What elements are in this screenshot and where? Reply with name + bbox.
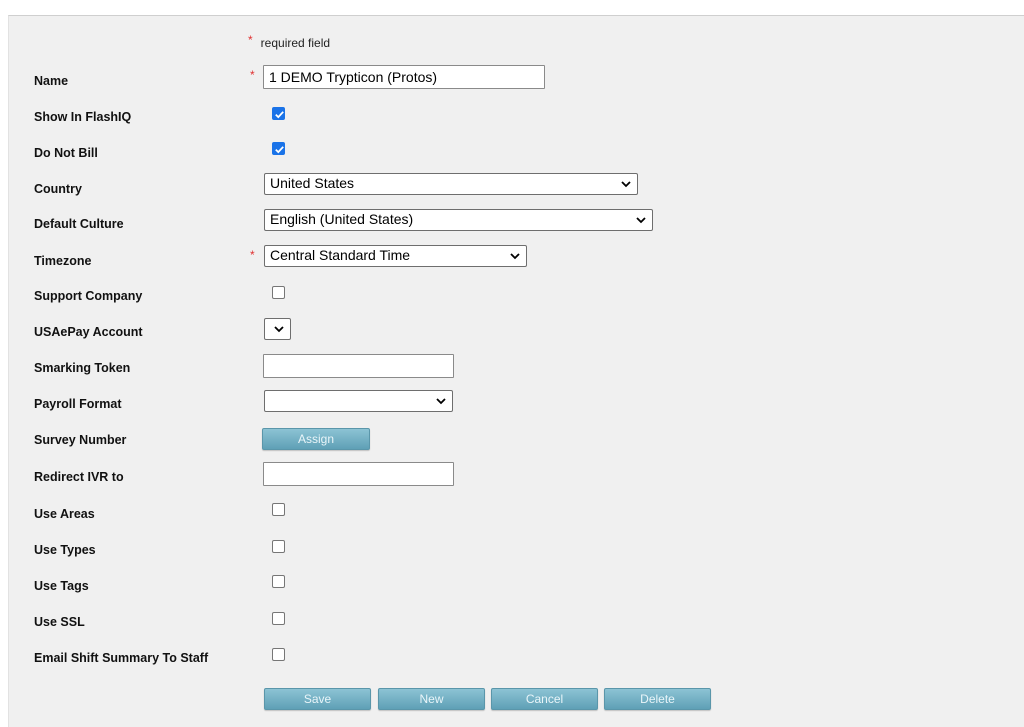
timezone-selected-value: Central Standard Time bbox=[270, 247, 411, 263]
redirect-ivr-input[interactable] bbox=[263, 462, 454, 486]
do-not-bill-checkbox[interactable] bbox=[272, 142, 285, 155]
required-star: * bbox=[248, 33, 253, 47]
settings-panel bbox=[8, 15, 1024, 727]
use-ssl-checkbox[interactable] bbox=[272, 612, 285, 625]
cancel-button[interactable]: Cancel bbox=[491, 688, 598, 710]
use-tags-label: Use Tags bbox=[34, 579, 89, 593]
timezone-required-star: * bbox=[250, 248, 255, 262]
use-tags-checkbox[interactable] bbox=[272, 575, 285, 588]
default-culture-label: Default Culture bbox=[34, 217, 124, 231]
name-required-star: * bbox=[250, 68, 255, 82]
survey-number-label: Survey Number bbox=[34, 433, 127, 447]
country-selected-value: United States bbox=[270, 175, 355, 191]
name-input[interactable] bbox=[263, 65, 545, 89]
chevron-down-icon bbox=[621, 181, 631, 188]
required-field-note: * required field bbox=[248, 34, 330, 50]
timezone-label: Timezone bbox=[34, 254, 92, 268]
new-button[interactable]: New bbox=[378, 688, 485, 710]
chevron-down-icon bbox=[274, 326, 284, 333]
country-select[interactable]: United States bbox=[264, 173, 638, 195]
redirect-ivr-label: Redirect IVR to bbox=[34, 470, 124, 484]
name-label: Name bbox=[34, 74, 69, 88]
usaepay-account-select[interactable] bbox=[264, 318, 291, 340]
email-shift-summary-label: Email Shift Summary To Staff bbox=[34, 651, 209, 665]
use-types-checkbox[interactable] bbox=[272, 540, 285, 553]
checkmark-icon bbox=[275, 111, 284, 119]
timezone-select[interactable]: Central Standard Time bbox=[264, 245, 527, 267]
smarking-token-input[interactable] bbox=[263, 354, 454, 378]
do-not-bill-label: Do Not Bill bbox=[34, 146, 98, 160]
smarking-token-label: Smarking Token bbox=[34, 361, 131, 375]
show-in-flashiq-checkbox[interactable] bbox=[272, 107, 285, 120]
chevron-down-icon bbox=[636, 217, 646, 224]
country-label: Country bbox=[34, 182, 82, 196]
default-culture-select[interactable]: English (United States) bbox=[264, 209, 653, 231]
delete-button[interactable]: Delete bbox=[604, 688, 711, 710]
usaepay-account-label: USAePay Account bbox=[34, 325, 143, 339]
email-shift-summary-checkbox[interactable] bbox=[272, 648, 285, 661]
use-ssl-label: Use SSL bbox=[34, 615, 85, 629]
save-button[interactable]: Save bbox=[264, 688, 371, 710]
support-company-checkbox[interactable] bbox=[272, 286, 285, 299]
support-company-label: Support Company bbox=[34, 289, 143, 303]
use-areas-checkbox[interactable] bbox=[272, 503, 285, 516]
payroll-format-select[interactable] bbox=[264, 390, 453, 412]
required-field-text: required field bbox=[260, 36, 331, 50]
chevron-down-icon bbox=[510, 253, 520, 260]
payroll-format-label: Payroll Format bbox=[34, 397, 122, 411]
assign-button[interactable]: Assign bbox=[262, 428, 370, 450]
show-in-flashiq-label: Show In FlashIQ bbox=[34, 110, 132, 124]
use-types-label: Use Types bbox=[34, 543, 96, 557]
default-culture-selected-value: English (United States) bbox=[270, 211, 414, 227]
use-areas-label: Use Areas bbox=[34, 507, 95, 521]
chevron-down-icon bbox=[436, 398, 446, 405]
checkmark-icon bbox=[275, 146, 284, 154]
